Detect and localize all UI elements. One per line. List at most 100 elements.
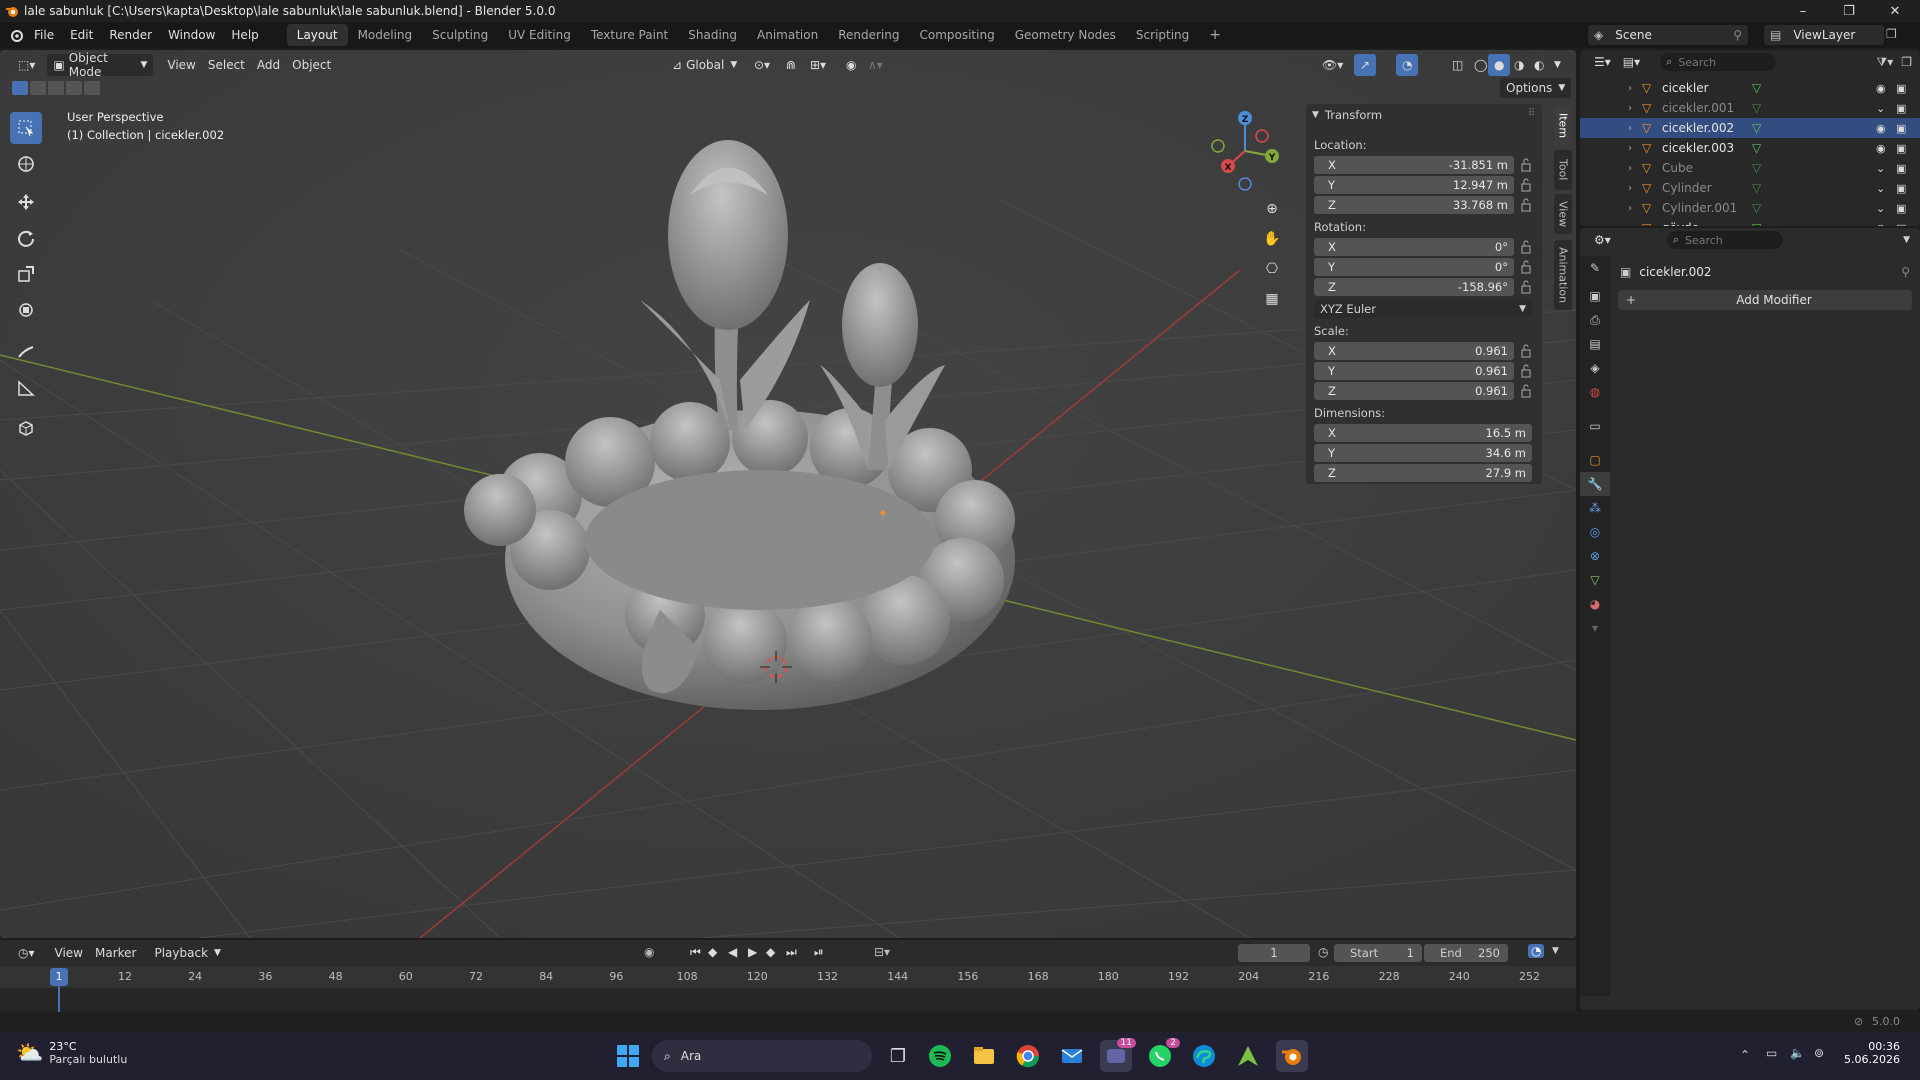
pan-hand-icon[interactable]: ✋ (1260, 224, 1284, 254)
zoom-icon[interactable]: ⊕ (1260, 194, 1284, 224)
outliner-item-name[interactable]: gövde (1662, 221, 1699, 226)
tab-animation-panel[interactable]: Animation (1554, 240, 1572, 310)
pin-icon[interactable]: ⚲ (1901, 265, 1910, 279)
mesh-data-icon[interactable]: ▽ (1752, 161, 1761, 175)
mesh-data-icon[interactable]: ▽ (1752, 221, 1761, 226)
rotation-mode-dropdown[interactable]: XYZ Euler ▼ (1314, 300, 1532, 318)
outliner-item-name[interactable]: cicekler (1662, 81, 1709, 95)
properties-search-field[interactable]: ⌕ Search (1666, 231, 1783, 249)
snap-target-icon[interactable]: ⊞▾ (804, 54, 832, 76)
select-extend-icon[interactable] (30, 81, 46, 95)
network-icon[interactable]: ⊚ (1814, 1046, 1824, 1060)
physics-tab-icon[interactable]: ◎ (1580, 520, 1610, 544)
chrome-icon[interactable] (1012, 1040, 1044, 1072)
blender-taskbar-icon[interactable] (1276, 1040, 1308, 1072)
menu-edit[interactable]: Edit (62, 22, 101, 48)
tab-scripting[interactable]: Scripting (1126, 24, 1199, 46)
mesh-data-icon[interactable]: ▽ (1752, 101, 1761, 115)
volume-icon[interactable]: 🔈 (1790, 1046, 1805, 1060)
mesh-data-icon[interactable]: ▽ (1752, 121, 1761, 135)
frame-ruler[interactable]: 12 24 36 48 60 72 84 96 108 120 132 144 156 168 180 192… (0, 966, 1576, 988)
tab-item[interactable]: Item (1554, 106, 1572, 146)
whatsapp-icon[interactable]: 2 (1144, 1038, 1180, 1072)
chevron-right-icon[interactable]: › (1628, 103, 1632, 114)
eye-closed-icon[interactable]: ⌄ (1876, 102, 1885, 115)
pivot-point-icon[interactable]: ⊙▾ (748, 54, 776, 76)
next-keyframe-icon[interactable]: ◆ (766, 945, 775, 959)
camera-icon[interactable]: ▣ (1896, 202, 1906, 215)
chevron-right-icon[interactable]: › (1628, 123, 1632, 134)
menu-view[interactable]: View (161, 54, 201, 76)
tab-sculpting[interactable]: Sculpting (422, 24, 498, 46)
tab-tool[interactable]: Tool (1554, 150, 1572, 190)
spotify-icon[interactable] (924, 1040, 956, 1072)
mail-icon[interactable] (1056, 1040, 1088, 1072)
current-frame-field[interactable]: 1 (1238, 944, 1310, 962)
lock-icon[interactable] (1520, 178, 1532, 192)
app-launcher-icon[interactable] (1232, 1040, 1264, 1072)
taskbar-search[interactable]: ⌕ Ara (652, 1040, 872, 1072)
clock[interactable]: 00:36 5.06.2026 (1844, 1040, 1900, 1066)
timeline-editor-type-icon[interactable]: ◷▾ (12, 942, 41, 964)
drag-handle-icon[interactable]: ⠿ (1528, 108, 1535, 119)
menu-window[interactable]: Window (160, 22, 223, 48)
eye-closed-icon[interactable]: ⌄ (1876, 162, 1885, 175)
chevron-down-icon[interactable]: ▼ (1552, 946, 1559, 956)
new-collection-icon[interactable]: ❐ (1901, 55, 1912, 69)
eye-icon[interactable]: ◉ (1876, 122, 1886, 135)
clock-icon[interactable]: ◷ (1318, 945, 1328, 959)
collection-tab-icon[interactable]: ▭ (1580, 414, 1610, 438)
camera-icon[interactable]: ▣ (1896, 102, 1906, 115)
properties-editor-type-icon[interactable]: ⚙▾ (1588, 229, 1617, 251)
scene-tab-icon[interactable]: ◈ (1580, 356, 1610, 380)
teams-icon[interactable]: 11 (1100, 1038, 1136, 1072)
dimension-z-field[interactable]: Z 27.9 m (1314, 464, 1532, 482)
select-intersect-icon[interactable] (84, 81, 100, 95)
scale-z-field[interactable]: Z 0.961 (1314, 382, 1514, 400)
material-tab-icon[interactable]: ◕ (1580, 592, 1610, 616)
lock-icon[interactable] (1520, 260, 1532, 274)
edge-icon[interactable] (1188, 1040, 1220, 1072)
menu-select[interactable]: Select (202, 54, 251, 76)
lock-icon[interactable] (1520, 198, 1532, 212)
menu-add[interactable]: Add (251, 54, 286, 76)
jump-end-icon[interactable]: ⏭ (786, 945, 797, 960)
tab-compositing[interactable]: Compositing (909, 24, 1004, 46)
gizmo-toggle-icon[interactable]: ↗ (1354, 54, 1377, 76)
mesh-data-icon[interactable]: ▽ (1752, 201, 1761, 215)
rotation-y-field[interactable]: Y 0° (1314, 258, 1514, 276)
chevron-right-icon[interactable]: › (1628, 223, 1632, 227)
view-layer-selector[interactable]: ▤ ViewLayer (1764, 25, 1884, 45)
tool-tab-icon[interactable]: ✎ (1580, 256, 1610, 280)
select-box-tool[interactable] (10, 112, 42, 144)
camera-icon[interactable]: ▣ (1896, 82, 1906, 95)
eye-closed-icon[interactable]: ⌄ (1876, 182, 1885, 195)
scale-x-field[interactable]: X 0.961 (1314, 342, 1514, 360)
eye-icon[interactable]: ◉ (1876, 142, 1886, 155)
location-x-field[interactable]: X -31.851 m (1314, 156, 1514, 174)
tab-shading[interactable]: Shading (678, 24, 747, 46)
outliner-row[interactable]: › ▽ Cube ▽ ⌄ ▣ (1580, 158, 1920, 178)
add-workspace-icon[interactable]: + (1199, 24, 1231, 46)
tab-texture-paint[interactable]: Texture Paint (581, 24, 678, 46)
transform-tool[interactable] (10, 294, 42, 326)
location-z-field[interactable]: Z 33.768 m (1314, 196, 1514, 214)
minimize-button[interactable]: – (1780, 0, 1826, 22)
perspective-toggle-icon[interactable]: ▦ (1260, 284, 1284, 314)
file-explorer-icon[interactable] (968, 1040, 1000, 1072)
jump-start-icon[interactable]: ⏮ (690, 945, 701, 960)
tab-geometry-nodes[interactable]: Geometry Nodes (1005, 24, 1126, 46)
playhead[interactable]: 1 (50, 968, 68, 986)
mesh-data-icon[interactable]: ▽ (1752, 141, 1761, 155)
lock-icon[interactable] (1520, 344, 1532, 358)
display-mode-icon[interactable]: ▤▾ (1617, 51, 1646, 73)
outliner-row[interactable]: › ▽ Cylinder ▽ ⌄ ▣ (1580, 178, 1920, 198)
chevron-right-icon[interactable]: › (1628, 163, 1632, 174)
rotation-x-field[interactable]: X 0° (1314, 238, 1514, 256)
keyframe-nav-icon[interactable]: ⏯ (814, 945, 824, 960)
new-view-layer-icon[interactable]: ❐ (1886, 27, 1897, 41)
output-tab-icon[interactable]: ⎙ (1580, 308, 1610, 332)
select-subtract-icon[interactable] (48, 81, 64, 95)
timeline-menu-view[interactable]: View (49, 942, 89, 964)
close-button[interactable]: ✕ (1872, 0, 1918, 22)
